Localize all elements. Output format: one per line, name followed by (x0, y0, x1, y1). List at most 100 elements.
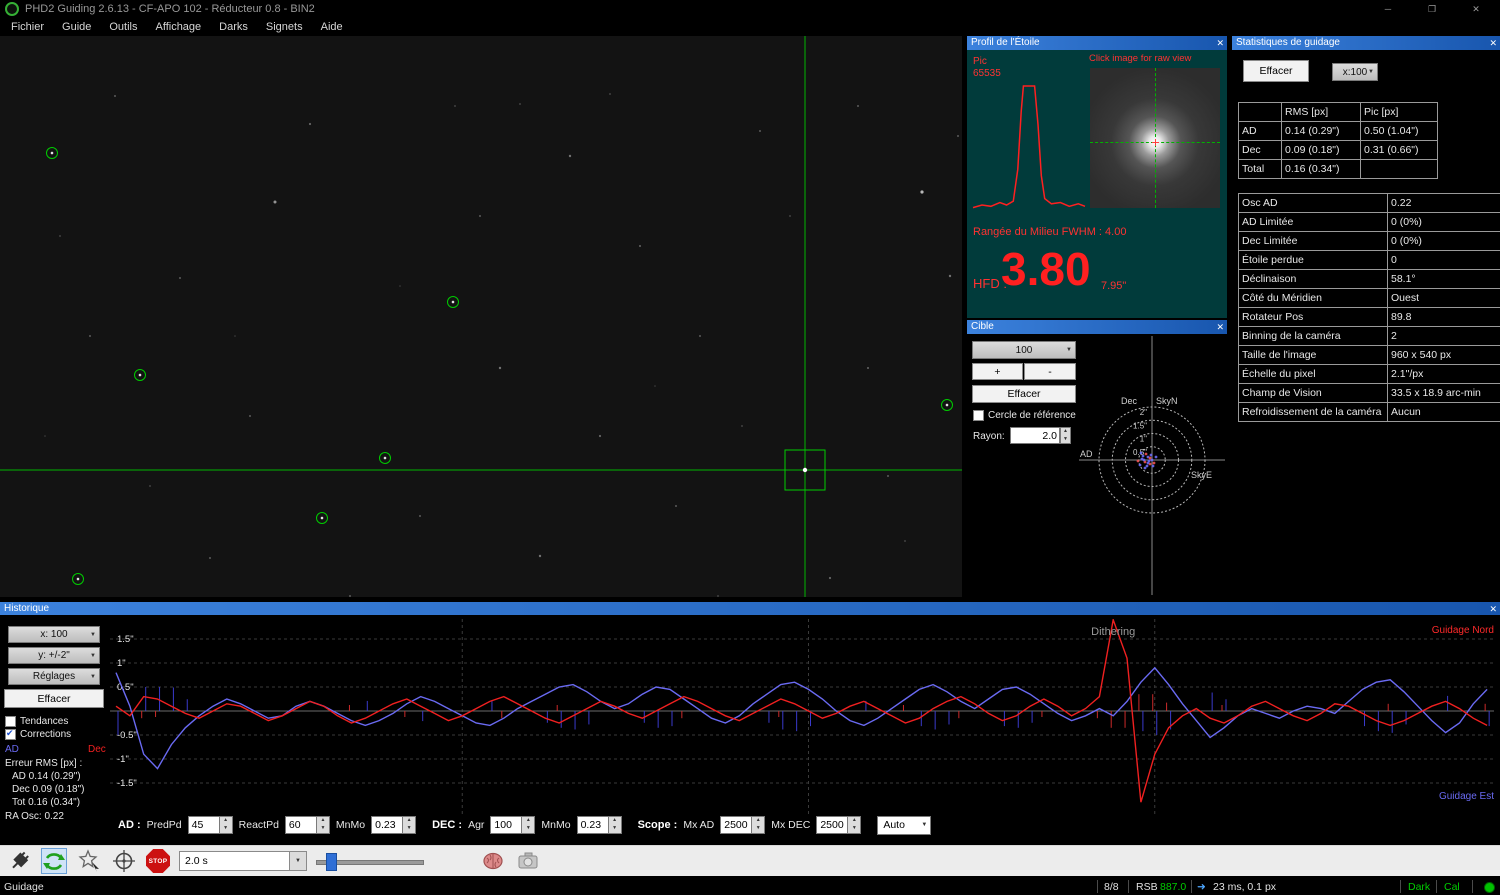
target-zoom-out-button[interactable]: - (1024, 363, 1076, 380)
param-value[interactable]: 60 (286, 817, 316, 833)
maximize-icon[interactable]: ❐ (1410, 0, 1454, 18)
stats-clear-button[interactable]: Effacer (1243, 60, 1309, 82)
rms-cell: 0.09 (0.18") (1281, 140, 1361, 160)
menu-item-aide[interactable]: Aide (312, 21, 352, 33)
param-value[interactable]: 2500 (721, 817, 751, 833)
history-xscale-select[interactable]: x: 100 ▼ (8, 626, 100, 643)
guide-icon[interactable] (111, 848, 137, 874)
radius-label: Rayon: (973, 431, 1005, 442)
stop-icon[interactable]: STOP (146, 849, 170, 873)
history-settings-select[interactable]: Réglages ▼ (8, 668, 100, 685)
dec-mode-select[interactable]: Auto ▼ (877, 815, 932, 835)
menu-item-guide[interactable]: Guide (53, 21, 100, 33)
spinner-arrows-icon[interactable]: ▲ ▼ (751, 817, 765, 833)
menu-item-affichage[interactable]: Affichage (147, 21, 211, 33)
title-bar: PHD2 Guiding 2.6.13 - CF-APO 102 - Réduc… (0, 0, 1500, 18)
spinner-arrows-icon[interactable]: ▲ ▼ (847, 817, 861, 833)
exposure-select[interactable]: 2.0 s ▼ (179, 851, 307, 871)
rms-ad-line: AD 0.14 (0.29") (12, 771, 81, 782)
param-spinner-agr[interactable]: 100 ▲ ▼ (490, 816, 536, 834)
spinner-arrows-icon[interactable]: ▲ ▼ (218, 817, 232, 833)
spinner-arrows-icon[interactable]: ▲ ▼ (315, 817, 329, 833)
status-dark-label: Dark (1408, 881, 1431, 893)
star-thumbnail[interactable] (1090, 68, 1220, 208)
trends-checkbox[interactable]: Tendances (5, 716, 68, 727)
stat-row: Échelle du pixel 2.1"/px (1238, 364, 1500, 384)
raw-view-hint: Click image for raw view (1089, 53, 1192, 64)
stat-cell: Étoile perdue (1238, 250, 1388, 270)
target-panel-close-icon[interactable]: ✕ (1216, 320, 1224, 334)
stat-row: Binning de la caméra 2 (1238, 326, 1500, 346)
param-value[interactable]: 0.23 (578, 817, 608, 833)
menu-item-darks[interactable]: Darks (210, 21, 257, 33)
close-icon[interactable]: ✕ (1454, 0, 1498, 18)
chevron-down-icon: ▼ (1368, 69, 1374, 75)
profile-panel-close-icon[interactable]: ✕ (1216, 36, 1224, 50)
corrections-checkbox[interactable]: Corrections (5, 728, 71, 740)
svg-text:1.5": 1.5" (117, 634, 134, 645)
param-value[interactable]: 2500 (817, 817, 847, 833)
history-panel-title: Historique ✕ (0, 602, 1500, 615)
slider-thumb[interactable] (326, 853, 337, 871)
up-arrow-icon: ▲ (1063, 428, 1068, 434)
target-clear-button[interactable]: Effacer (972, 385, 1076, 403)
param-label: Mx AD (683, 819, 715, 831)
spinner-arrows-icon[interactable]: ▲ ▼ (402, 817, 416, 833)
stat-cell: 2.1"/px (1387, 364, 1500, 384)
radius-stepper[interactable]: ▲ ▼ (1060, 427, 1071, 444)
chevron-down-icon: ▼ (289, 852, 306, 870)
param-spinner-mnmo[interactable]: 0.23 ▲ ▼ (371, 816, 417, 834)
rms-row: Total 0.16 (0.34") (1238, 159, 1438, 179)
menu-bar: Fichier Guide Outils Affichage Darks Signets A… (0, 18, 1500, 36)
chevron-down-icon: ▼ (90, 673, 96, 680)
stat-row: Rotateur Pos 89.8 (1238, 307, 1500, 327)
menu-item-fichier[interactable]: Fichier (2, 21, 53, 33)
history-yscale-select[interactable]: y: +/-2" ▼ (8, 647, 100, 664)
stat-cell: Taille de l'image (1238, 345, 1388, 365)
param-value[interactable]: 100 (491, 817, 521, 833)
param-value[interactable]: 45 (189, 817, 219, 833)
svg-text:SkyE: SkyE (1191, 470, 1212, 480)
guide-camera-image[interactable] (0, 36, 962, 597)
target-zoom-in-button[interactable]: + (972, 363, 1023, 380)
dec-mode-value: Auto (883, 819, 905, 831)
rms-cell (1238, 102, 1282, 122)
thumb-crosshair-vertical (1155, 68, 1156, 208)
ra-legend-label: AD (5, 744, 19, 755)
ra-osc-readout: RA Osc: 0.22 (5, 811, 64, 822)
param-spinner-mx-ad[interactable]: 2500 ▲ ▼ (720, 816, 766, 834)
param-spinner-mnmo[interactable]: 0.23 ▲ ▼ (576, 816, 622, 834)
guide-stats-panel: Statistiques de guidage ✕ Effacer x:100 ▼… (1232, 36, 1500, 597)
param-group-label: Scope : (637, 819, 678, 831)
gamma-slider[interactable] (316, 852, 424, 871)
stats-scale-select[interactable]: x:100 ▼ (1332, 63, 1378, 81)
menu-item-outils[interactable]: Outils (100, 21, 146, 33)
rms-row: AD 0.14 (0.29") 0.50 (1.04") (1238, 121, 1438, 141)
param-spinner-reactpd[interactable]: 60 ▲ ▼ (284, 816, 330, 834)
reference-circle-checkbox[interactable]: Cercle de référence (973, 410, 1076, 421)
stat-cell: Aucun (1387, 402, 1500, 422)
radius-input[interactable]: 2.0 (1010, 427, 1060, 444)
spinner-arrows-icon[interactable]: ▲ ▼ (521, 817, 535, 833)
menu-item-signets[interactable]: Signets (257, 21, 312, 33)
brain-icon[interactable] (480, 848, 506, 874)
param-label: Agr (468, 819, 485, 831)
param-spinner-mx-dec[interactable]: 2500 ▲ ▼ (816, 816, 862, 834)
svg-text:SkyN: SkyN (1156, 396, 1178, 406)
svg-text:Dithering: Dithering (1091, 626, 1135, 638)
param-value[interactable]: 0.23 (372, 817, 402, 833)
spinner-arrows-icon[interactable]: ▲ ▼ (607, 817, 621, 833)
status-cal-label: Cal (1444, 881, 1460, 893)
camera-settings-icon[interactable] (515, 848, 541, 874)
loop-exposures-icon[interactable] (41, 848, 67, 874)
connect-equipment-icon[interactable] (6, 848, 32, 874)
stats-panel-close-icon[interactable]: ✕ (1489, 36, 1497, 50)
param-spinner-predpd[interactable]: 45 ▲ ▼ (187, 816, 233, 834)
target-zoom-select[interactable]: 100 ▼ (972, 341, 1076, 359)
star-profile-body[interactable]: Pic 65535 Click image for raw view Rangé… (967, 50, 1227, 318)
history-clear-button[interactable]: Effacer (4, 689, 104, 708)
minimize-icon[interactable]: ─ (1366, 0, 1410, 18)
checkbox-icon (5, 716, 16, 727)
auto-select-star-icon[interactable] (76, 848, 102, 874)
history-panel-close-icon[interactable]: ✕ (1489, 602, 1497, 616)
